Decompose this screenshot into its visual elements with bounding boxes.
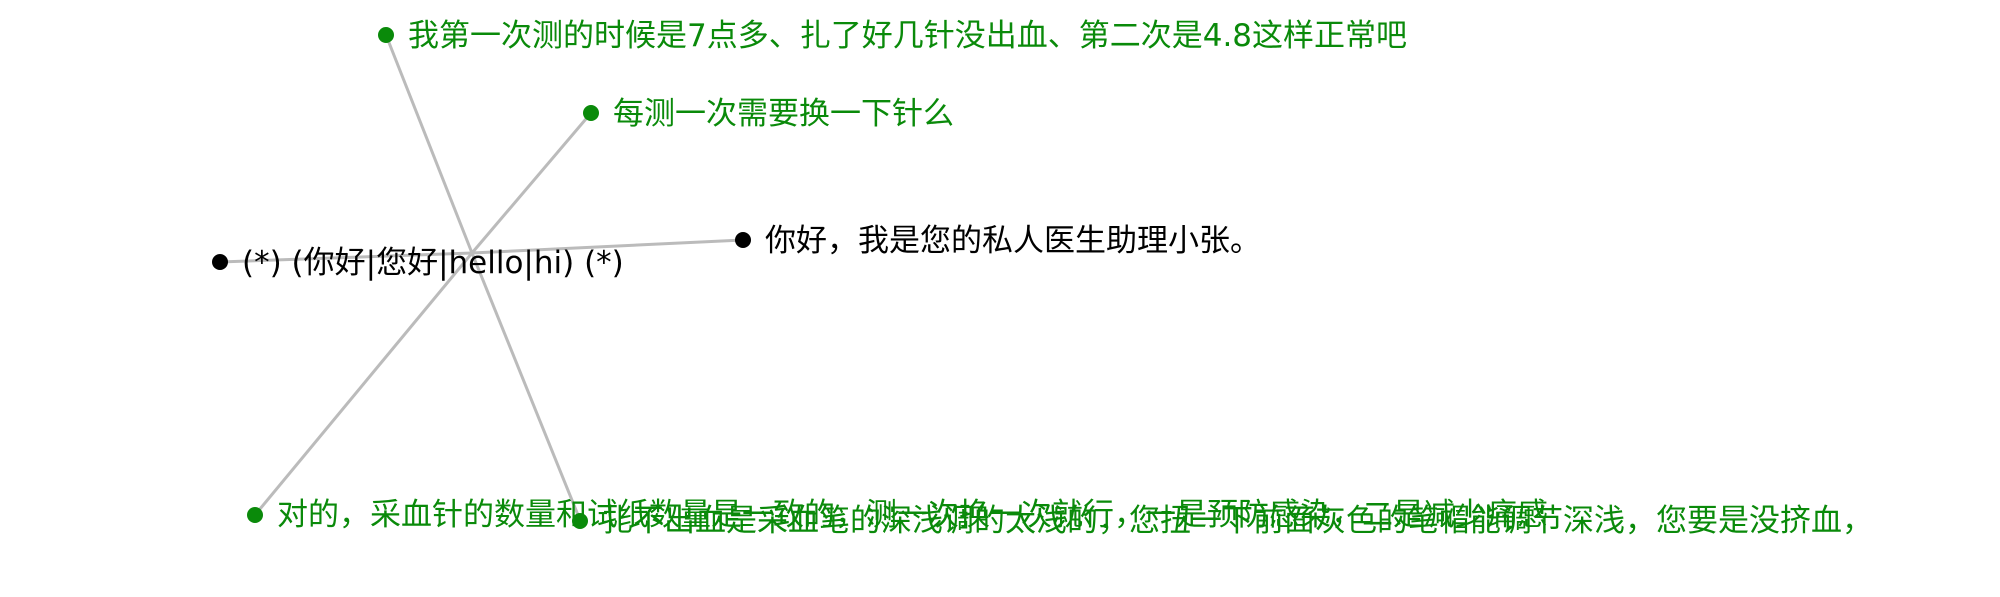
- node-question-needle-dot: [583, 105, 599, 121]
- node-greeting-reply-dot: [735, 232, 751, 248]
- node-question-needle[interactable]: 每测一次需要换一下针么: [583, 96, 954, 132]
- node-answer-depth[interactable]: 扎不出血是采血笔的深浅调的太浅的，您扭一下前面灰色的笔帽能调节深浅，您要是没挤血…: [572, 503, 1873, 539]
- node-greeting-reply[interactable]: 你好，我是您的私人医生助理小张。: [735, 223, 1261, 259]
- node-question-readings[interactable]: 我第一次测的时候是7点多、扎了好几针没出血、第二次是4.8这样正常吧: [378, 18, 1407, 54]
- node-answer-needle-dot: [247, 507, 263, 523]
- node-greeting-reply-label: 你好，我是您的私人医生助理小张。: [765, 223, 1261, 259]
- node-center[interactable]: (*) (你好|您好|hello|hi) (*): [212, 245, 624, 281]
- edge-to-answer-depth: [470, 252, 582, 521]
- node-graph: (*) (你好|您好|hello|hi) (*) 你好，我是您的私人医生助理小张…: [212, 18, 1873, 539]
- edge-to-question-readings: [384, 34, 474, 254]
- node-answer-depth-dot: [572, 513, 588, 529]
- node-question-readings-label: 我第一次测的时候是7点多、扎了好几针没出血、第二次是4.8这样正常吧: [408, 18, 1407, 54]
- edge-to-question-needle: [470, 112, 593, 254]
- node-center-label: (*) (你好|您好|hello|hi) (*): [242, 245, 624, 281]
- edge-to-answer-needle: [253, 252, 474, 516]
- node-question-readings-dot: [378, 27, 394, 43]
- node-layer: (*) (你好|您好|hello|hi) (*) 你好，我是您的私人医生助理小张…: [212, 18, 1873, 539]
- node-answer-depth-label: 扎不出血是采血笔的深浅调的太浅的，您扭一下前面灰色的笔帽能调节深浅，您要是没挤血…: [602, 503, 1873, 539]
- node-question-needle-label: 每测一次需要换一下针么: [613, 96, 954, 132]
- node-center-dot: [212, 254, 228, 270]
